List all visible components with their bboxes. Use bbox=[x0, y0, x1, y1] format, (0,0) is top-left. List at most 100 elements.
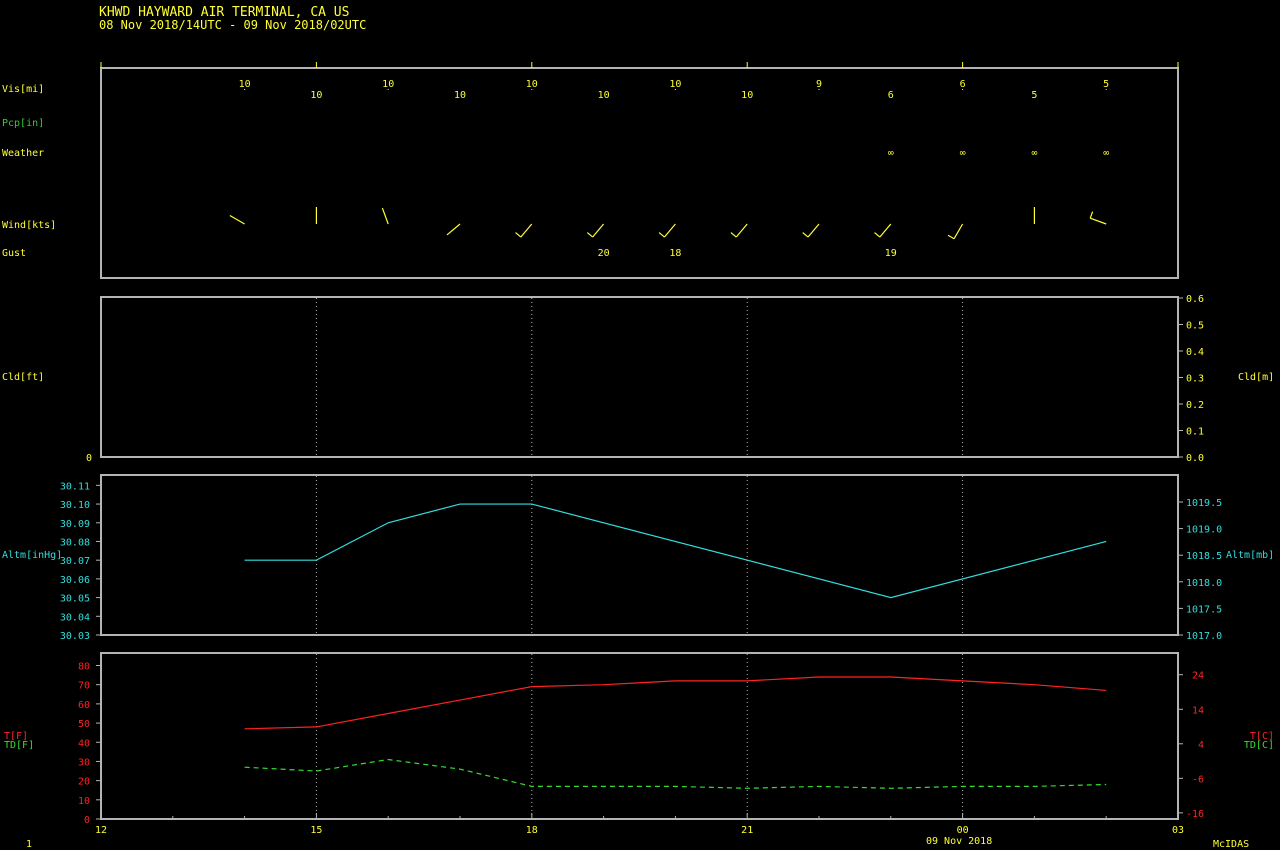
altimeter-line bbox=[244, 503, 1107, 599]
weather-symbol: ∞ bbox=[888, 148, 894, 159]
visibility-value: 5 bbox=[1031, 90, 1037, 101]
wind-barb bbox=[735, 223, 748, 238]
surface-obs-frame bbox=[100, 67, 1179, 279]
altimeter-frame bbox=[100, 474, 1179, 636]
temperature-frame bbox=[100, 652, 1179, 820]
wind-barb bbox=[229, 214, 245, 225]
visibility-value: 10 bbox=[239, 79, 251, 90]
temp-right-tick-label: 14 bbox=[1192, 705, 1204, 716]
cloud-left-tick-label: 0 bbox=[86, 453, 92, 464]
dewpoint-c-axis-label: TD[C] bbox=[1244, 740, 1274, 751]
visibility-value: 10 bbox=[310, 90, 322, 101]
page-number: 1 bbox=[26, 839, 32, 850]
temp-left-tick-label: 20 bbox=[78, 777, 90, 788]
wind-barb-feather bbox=[802, 232, 809, 238]
altimeter-right-tick-label: 1019.5 bbox=[1186, 498, 1222, 509]
x-tick-label: 12 bbox=[95, 825, 107, 836]
cloud-right-axis-label: Cld[m] bbox=[1238, 372, 1274, 383]
wind-barb-feather bbox=[730, 232, 737, 238]
cloud-right-tick-label: 0.6 bbox=[1186, 294, 1204, 305]
weather-symbol: ∞ bbox=[960, 148, 966, 159]
wind-barb bbox=[664, 223, 676, 238]
visibility-value: 5 bbox=[1103, 79, 1109, 90]
wind-barb-feather bbox=[515, 232, 522, 238]
cloud-right-tick-label: 0.4 bbox=[1186, 347, 1204, 358]
cloud-frame bbox=[100, 296, 1179, 458]
temp-right-tick-label: -6 bbox=[1192, 774, 1204, 785]
altimeter-left-tick-label: 30.09 bbox=[60, 519, 90, 530]
visibility-value: 6 bbox=[888, 90, 894, 101]
visibility-value: 10 bbox=[598, 90, 610, 101]
cloud-left-axis-label: Cld[ft] bbox=[2, 372, 44, 383]
x-tick-label: 18 bbox=[526, 825, 538, 836]
wind-barb-feather bbox=[874, 232, 881, 238]
altimeter-left-tick-label: 30.08 bbox=[60, 537, 90, 548]
wind-barb-feather bbox=[947, 234, 955, 240]
gust-row-label: Gust bbox=[2, 248, 26, 259]
altimeter-left-tick-label: 30.03 bbox=[60, 631, 90, 642]
altimeter-right-tick-label: 1019.0 bbox=[1186, 525, 1222, 536]
visibility-value: 10 bbox=[741, 90, 753, 101]
visibility-value: 10 bbox=[669, 79, 681, 90]
date-label: 09 Nov 2018 bbox=[926, 836, 992, 847]
software-label: McIDAS bbox=[1213, 839, 1249, 850]
temp-left-tick-label: 70 bbox=[78, 681, 90, 692]
cloud-right-tick-label: 0.5 bbox=[1186, 321, 1204, 332]
chart-footer: 1 09 Nov 2018 McIDAS bbox=[26, 836, 1249, 850]
wind-barb bbox=[520, 223, 533, 238]
visibility-value: 6 bbox=[960, 79, 966, 90]
visibility-value: 10 bbox=[526, 79, 538, 90]
temperature-panel: T[F] TD[F] T[C] TD[C] 01020304050607080-… bbox=[4, 652, 1274, 836]
altimeter-left-tick-label: 30.11 bbox=[60, 481, 90, 492]
visibility-dot bbox=[674, 89, 676, 90]
cloud-right-tick-label: 0.0 bbox=[1186, 453, 1204, 464]
visibility-dot bbox=[244, 89, 246, 90]
x-tick-label: 21 bbox=[741, 825, 753, 836]
dewpoint-line bbox=[244, 758, 1107, 789]
visibility-dot bbox=[962, 89, 964, 90]
wind-barb-feather bbox=[1089, 211, 1094, 219]
wind-barb bbox=[807, 223, 820, 238]
wind-barb bbox=[381, 207, 389, 225]
temp-left-tick-label: 10 bbox=[78, 796, 90, 807]
wind-barb-feather bbox=[586, 232, 594, 238]
wind-row-label: Wind[kts] bbox=[2, 220, 56, 231]
altimeter-left-axis-label: Altm[inHg] bbox=[2, 550, 62, 561]
chart-subtitle: 08 Nov 2018/14UTC - 09 Nov 2018/02UTC bbox=[99, 18, 366, 32]
visibility-dot bbox=[1105, 89, 1107, 90]
altimeter-left-tick-label: 30.04 bbox=[60, 612, 90, 623]
gust-value: 18 bbox=[669, 248, 681, 259]
x-tick-label: 03 bbox=[1172, 825, 1184, 836]
x-tick-label: 00 bbox=[957, 825, 969, 836]
temp-left-tick-label: 30 bbox=[78, 757, 90, 768]
meteogram-chart: KHWD HAYWARD AIR TERMINAL, CA US 08 Nov … bbox=[2, 5, 1274, 850]
altimeter-left-tick-label: 30.06 bbox=[60, 575, 90, 586]
visibility-value: 9 bbox=[816, 79, 822, 90]
temp-left-tick-label: 80 bbox=[78, 662, 90, 673]
visibility-dot bbox=[818, 89, 820, 90]
temp-left-tick-label: 50 bbox=[78, 719, 90, 730]
altimeter-right-axis-label: Altm[mb] bbox=[1226, 550, 1274, 561]
wind-barb bbox=[592, 223, 605, 238]
weather-symbol: ∞ bbox=[1031, 148, 1037, 159]
temperature-line bbox=[244, 676, 1107, 730]
cloud-right-tick-label: 0.3 bbox=[1186, 374, 1204, 385]
pcp-row-label: Pcp[in] bbox=[2, 118, 44, 129]
altimeter-left-tick-label: 30.07 bbox=[60, 556, 90, 567]
altimeter-panel: Altm[inHg] Altm[mb] 30.03 30.04 30.05 30.06… bbox=[2, 474, 1274, 642]
vis-row-label: Vis[mi] bbox=[2, 84, 44, 95]
wind-barb bbox=[446, 223, 461, 236]
surface-obs-panel: Vis[mi] Pcp[in] Weather Wind[kts] Gust 1… bbox=[2, 62, 1179, 279]
temp-left-tick-label: 40 bbox=[78, 738, 90, 749]
weather-symbol: ∞ bbox=[1103, 148, 1109, 159]
temp-right-tick-label: 4 bbox=[1198, 740, 1204, 751]
cloud-right-tick-label: 0.1 bbox=[1186, 427, 1204, 438]
visibility-dot bbox=[387, 89, 389, 90]
wind-barb bbox=[953, 223, 964, 240]
visibility-value: 10 bbox=[382, 79, 394, 90]
altimeter-right-tick-label: 1017.0 bbox=[1186, 631, 1222, 642]
dewpoint-f-axis-label: TD[F] bbox=[4, 740, 34, 751]
temp-left-tick-label: 60 bbox=[78, 700, 90, 711]
chart-header: KHWD HAYWARD AIR TERMINAL, CA US 08 Nov … bbox=[99, 5, 366, 32]
x-tick-label: 15 bbox=[310, 825, 322, 836]
